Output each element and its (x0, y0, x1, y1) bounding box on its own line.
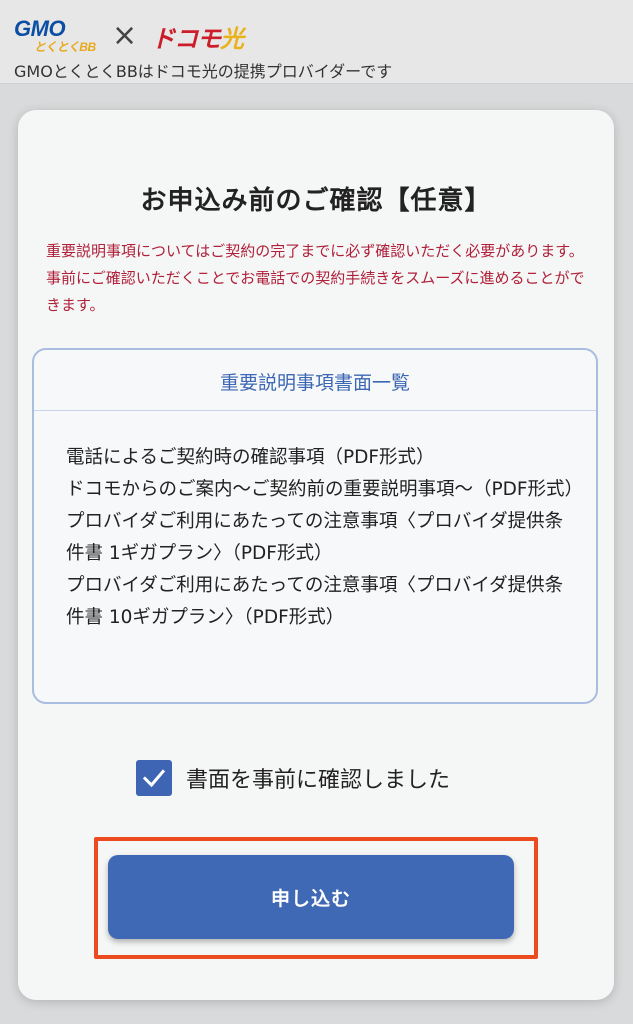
document-link-provider-terms-10g[interactable]: プロバイダご利用にあたっての注意事項〈プロバイダ提供条件書 10ギガプラン〉（P… (66, 570, 576, 634)
documents-divider (34, 410, 596, 411)
document-link-phone-confirmation[interactable]: 電話によるご契約時の確認事項（PDF形式） (66, 442, 576, 474)
modal-title: お申込み前のご確認【任意】 (140, 186, 492, 216)
confirm-checkbox-label[interactable]: 書面を事前に確認しました (186, 762, 450, 794)
document-link-docomo-notice[interactable]: ドコモからのご案内〜ご契約前の重要説明事項〜（PDF形式） (66, 474, 583, 506)
gmo-logo-sub: とくとくBB (34, 40, 96, 54)
documents-list: 電話によるご契約時の確認事項（PDF形式） ドコモからのご案内〜ご契約前の重要説… (66, 442, 583, 634)
documents-box: 重要説明事項書面一覧 電話によるご契約時の確認事項（PDF形式） ドコモからのご… (32, 348, 598, 704)
docomo-logo-text: ドコモ (151, 24, 221, 53)
header: GMO とくとくBB × ドコモ 光 GMOとくとくBBはドコモ光の提携プロバイ… (0, 0, 633, 84)
confirm-checkbox[interactable] (136, 760, 172, 796)
tagline: GMOとくとくBBはドコモ光の提携プロバイダーです (14, 62, 393, 81)
document-link-provider-terms-1g[interactable]: プロバイダご利用にあたっての注意事項〈プロバイダ提供条件書 1ギガプラン〉（PD… (66, 506, 576, 570)
logo-row: GMO とくとくBB × ドコモ 光 (14, 16, 244, 56)
apply-button[interactable]: 申し込む (108, 855, 514, 939)
confirmation-modal: お申込み前のご確認【任意】 重要説明事項についてはご契約の完了までに必ず確認いた… (18, 110, 614, 1000)
notice-text: 重要説明事項についてはご契約の完了までに必ず確認いただく必要があります。事前にご… (46, 242, 585, 314)
checkmark-icon (142, 769, 166, 788)
hikari-logo-text: 光 (220, 24, 245, 53)
documents-title: 重要説明事項書面一覧 (219, 372, 410, 394)
times-icon: × (112, 18, 138, 53)
gmo-logo: GMO とくとくBB (14, 16, 98, 56)
confirm-checkbox-row[interactable]: 書面を事前に確認しました (136, 758, 450, 798)
docomo-hikari-logo: ドコモ 光 (151, 19, 244, 54)
